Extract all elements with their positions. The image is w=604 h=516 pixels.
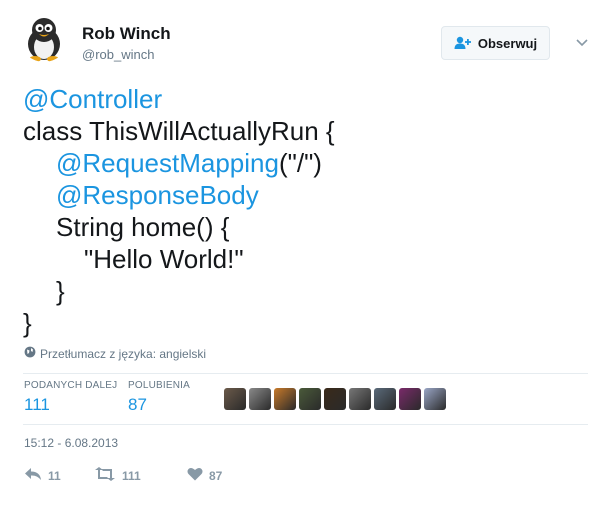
tweet-text-segment: class ThisWillActuallyRun { (23, 116, 335, 146)
retweet-button[interactable]: 111 (94, 467, 141, 484)
liker-avatar[interactable] (349, 388, 371, 410)
retweets-stat-value: 111 (24, 395, 50, 414)
liker-avatar[interactable] (424, 388, 446, 410)
retweet-icon (94, 467, 116, 484)
translate-link[interactable]: Przetłumacz z języka: angielski (24, 346, 206, 361)
tweet-text-line: String home() { (23, 211, 583, 243)
likes-stat-label: POLUBIENIA (128, 380, 191, 391)
divider (23, 373, 588, 374)
follow-person-plus-icon (454, 36, 472, 50)
liker-avatar[interactable] (299, 388, 321, 410)
liker-avatar[interactable] (224, 388, 246, 410)
tweet-text: @Controller class ThisWillActuallyRun {@R… (23, 83, 583, 339)
liker-avatar[interactable] (399, 388, 421, 410)
tweet-header: Rob Winch @rob_winch Obserwuj (20, 14, 590, 70)
retweet-count: 111 (122, 468, 141, 483)
mention-link[interactable]: @Controller (23, 84, 162, 114)
tweet-text-line: @RequestMapping("/") (23, 147, 583, 179)
liker-avatar[interactable] (249, 388, 271, 410)
author-name[interactable]: Rob Winch (82, 24, 171, 44)
tweet-timestamp[interactable]: 15:12 - 6.08.2013 (24, 436, 118, 450)
retweets-stat-label: PODANYCH DALEJ (24, 380, 118, 391)
liker-avatar[interactable] (374, 388, 396, 410)
tweet-text-segment: "Hello World!" (84, 244, 244, 274)
mention-link[interactable]: @ResponseBody (56, 180, 259, 210)
follow-button[interactable]: Obserwuj (441, 26, 550, 60)
tweet-text-line: @ResponseBody (23, 179, 583, 211)
heart-icon (187, 467, 203, 484)
penguin-avatar-icon[interactable] (20, 14, 68, 62)
likes-stat-value: 87 (128, 395, 147, 414)
translate-label: Przetłumacz z języka: angielski (40, 346, 207, 361)
liker-avatar[interactable] (274, 388, 296, 410)
likes-stat[interactable]: POLUBIENIA 87 (128, 380, 190, 415)
mention-link[interactable]: @RequestMapping (56, 148, 279, 178)
tweet-text-line: } (23, 307, 583, 339)
divider (23, 424, 588, 425)
tweet-text-segment: } (56, 276, 65, 306)
reply-button[interactable]: 11 (24, 467, 61, 484)
tweet-text-segment: } (23, 308, 32, 338)
chevron-down-icon[interactable] (574, 34, 590, 50)
liker-avatar[interactable] (324, 388, 346, 410)
liker-avatars (224, 388, 446, 410)
tweet-text-segment: ("/") (278, 148, 322, 178)
tweet-text-line: } (23, 275, 583, 307)
author-handle[interactable]: @rob_winch (82, 47, 154, 62)
reply-count: 11 (48, 468, 61, 483)
reply-icon (24, 467, 42, 484)
globe-icon (24, 346, 36, 361)
tweet-text-line: @Controller (23, 83, 583, 115)
retweets-stat[interactable]: PODANYCH DALEJ 111 (24, 380, 117, 415)
tweet-text-line: class ThisWillActuallyRun { (23, 115, 583, 147)
follow-button-label: Obserwuj (477, 35, 538, 51)
tweet-text-line: "Hello World!" (23, 243, 583, 275)
like-count: 87 (209, 468, 223, 483)
like-button[interactable]: 87 (187, 467, 222, 484)
tweet-text-segment: String home() { (56, 212, 230, 242)
